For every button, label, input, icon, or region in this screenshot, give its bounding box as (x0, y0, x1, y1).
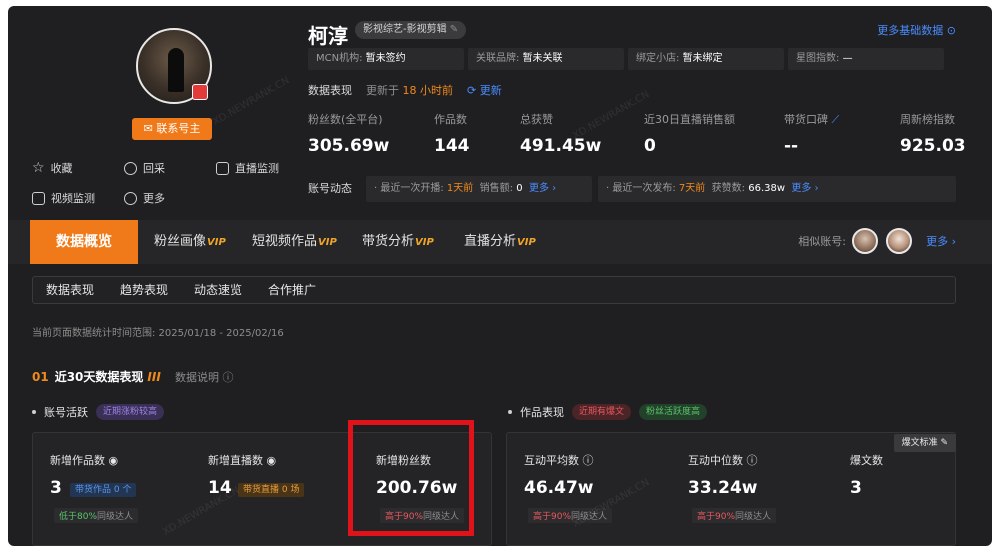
metric-value: 3 (850, 478, 862, 498)
data-explanation-link[interactable]: 数据说明 ⓘ (175, 371, 234, 384)
stat-label: 带货口碑 ⟋ (784, 113, 840, 126)
viral-standard-button[interactable]: 爆文标准 ✎ (893, 434, 956, 452)
fans-growth-chip: 近期涨粉较高 (96, 404, 165, 420)
subnav-dynamics[interactable]: 动态速览 (194, 276, 242, 304)
edit-icon: ✎ (940, 438, 948, 448)
tab-videos[interactable]: 短视频作品VIP (252, 220, 337, 264)
date-range-text: 当前页面数据统计时间范围: 2025/01/18 - 2025/02/16 (32, 328, 284, 339)
similar-account-avatar[interactable] (852, 228, 878, 254)
stat-label: 周新榜指数 (900, 113, 955, 126)
live-icon (216, 161, 229, 175)
mail-icon: ✉ (143, 122, 157, 135)
highlight-box (348, 420, 474, 536)
more-icon (124, 191, 137, 205)
metric-value: 46.47w (524, 478, 594, 498)
eye-icon: ◉ (266, 454, 277, 467)
fans-active-chip: 粉丝活跃度高 (639, 404, 708, 420)
app-frame: ✉ 联系号主 ☆ 收藏 回采 直播监测 视频监测 更多 柯淳 影视综艺-影视剪辑 … (8, 6, 992, 546)
viral-chip: 近期有爆文 (572, 404, 632, 420)
live-more-link[interactable]: 更多 › (529, 183, 556, 194)
post-more-link[interactable]: 更多 › (791, 183, 818, 194)
eye-icon: ◉ (108, 454, 119, 467)
video-monitor-button[interactable]: 视频监测 (32, 190, 95, 206)
live-monitor-button[interactable]: 直播监测 (216, 160, 279, 176)
category-tag[interactable]: 影视综艺-影视剪辑 ✎ (355, 21, 467, 39)
account-name: 柯淳 (308, 24, 348, 48)
metric-compare: 高于90%同级达人 (692, 508, 777, 523)
metric-tag: 带货作品 0 个 (70, 483, 137, 497)
similar-label: 相似账号: (798, 235, 846, 248)
last-post-box: · 最近一次发布: 7天前 获赞数: 66.38w 更多 › (598, 176, 956, 202)
tab-live[interactable]: 直播分析VIP (464, 220, 536, 264)
metric-value: 3 (50, 478, 62, 498)
metric-label: 新增作品数 ◉ (50, 454, 119, 467)
stat-value: 0 (644, 136, 656, 156)
metric-compare: 低于80%同级达人 (54, 508, 139, 523)
trend-icon[interactable]: ⟋ (832, 113, 840, 126)
help-icon: ⓘ (746, 454, 758, 467)
performance-header: 数据表现 更新于 18 小时前 ⟳ 更新 (308, 82, 502, 98)
metric-tag: 带货直播 0 场 (238, 483, 305, 497)
brand-field: 关联品牌: 暂未关联 (468, 48, 624, 70)
stat-label: 粉丝数(全平台) (308, 113, 383, 126)
metric-label: 互动中位数 ⓘ (688, 454, 758, 467)
avatar-figure (168, 48, 184, 92)
watermark: XD.NEWRANK.CN (211, 75, 292, 128)
edit-icon[interactable]: ✎ (450, 24, 458, 35)
account-dynamics: 账号动态 · 最近一次开播: 1天前 销售额: 0 更多 › · 最近一次发布:… (308, 176, 956, 202)
chart-icon (32, 191, 45, 205)
stat-value: 305.69w (308, 136, 390, 156)
stat-value: -- (784, 136, 799, 156)
help-icon: ⓘ (222, 371, 234, 384)
shop-field: 绑定小店: 暂未绑定 (628, 48, 784, 70)
tab-sales[interactable]: 带货分析VIP (362, 220, 434, 264)
more-basic-data-link[interactable]: 更多基础数据 ⊙ (877, 22, 956, 38)
tab-fans[interactable]: 粉丝画像VIP (154, 220, 226, 264)
refresh-icon (124, 161, 137, 175)
section-title: 01 近30天数据表现 III 数据说明 ⓘ (32, 370, 234, 384)
more-actions-button[interactable]: 更多 (124, 190, 165, 206)
mcn-field: MCN机构: 暂未签约 (308, 48, 464, 70)
similar-more-link[interactable]: 更多 › (926, 220, 956, 264)
stat-label: 总获赞 (520, 113, 553, 126)
stat-value: 144 (434, 136, 470, 156)
refresh-data-button[interactable]: ⟳ 更新 (467, 82, 502, 98)
stat-value: 925.03 (900, 136, 966, 156)
star-icon: ☆ (32, 160, 45, 176)
metric-label: 互动平均数 ⓘ (524, 454, 594, 467)
similar-account-avatar[interactable] (886, 228, 912, 254)
xingtu-field: 星图指数: — (788, 48, 944, 70)
qrcode-icon[interactable] (192, 84, 208, 100)
refresh-icon: ⟳ (467, 84, 480, 97)
last-live-box: · 最近一次开播: 1天前 销售额: 0 更多 › (366, 176, 592, 202)
sub-nav (32, 276, 956, 304)
contact-owner-button[interactable]: ✉ 联系号主 (132, 118, 212, 140)
subnav-performance[interactable]: 数据表现 (46, 276, 94, 304)
stat-value: 491.45w (520, 136, 602, 156)
metric-label: 爆文数 (850, 454, 883, 467)
recollect-button[interactable]: 回采 (124, 160, 165, 176)
metric-value: 33.24w (688, 478, 758, 498)
account-activity-group: 账号活跃 近期涨粉较高 (32, 404, 165, 420)
help-icon: ⓘ (582, 454, 594, 467)
works-performance-group: 作品表现 近期有爆文 粉丝活跃度高 (508, 404, 708, 420)
stat-label: 近30日直播销售额 (644, 113, 735, 126)
stat-label: 作品数 (434, 113, 467, 126)
subnav-cooperation[interactable]: 合作推广 (268, 276, 316, 304)
subnav-trend[interactable]: 趋势表现 (120, 276, 168, 304)
tab-overview[interactable]: 数据概览 (30, 220, 138, 264)
metric-label: 新增直播数 ◉ (208, 454, 277, 467)
watermark: XD.NEWRANK.CN (571, 89, 652, 142)
avatar[interactable] (136, 28, 212, 104)
chevron-right-icon: ⊙ (946, 24, 956, 37)
favorite-button[interactable]: ☆ 收藏 (32, 160, 73, 176)
